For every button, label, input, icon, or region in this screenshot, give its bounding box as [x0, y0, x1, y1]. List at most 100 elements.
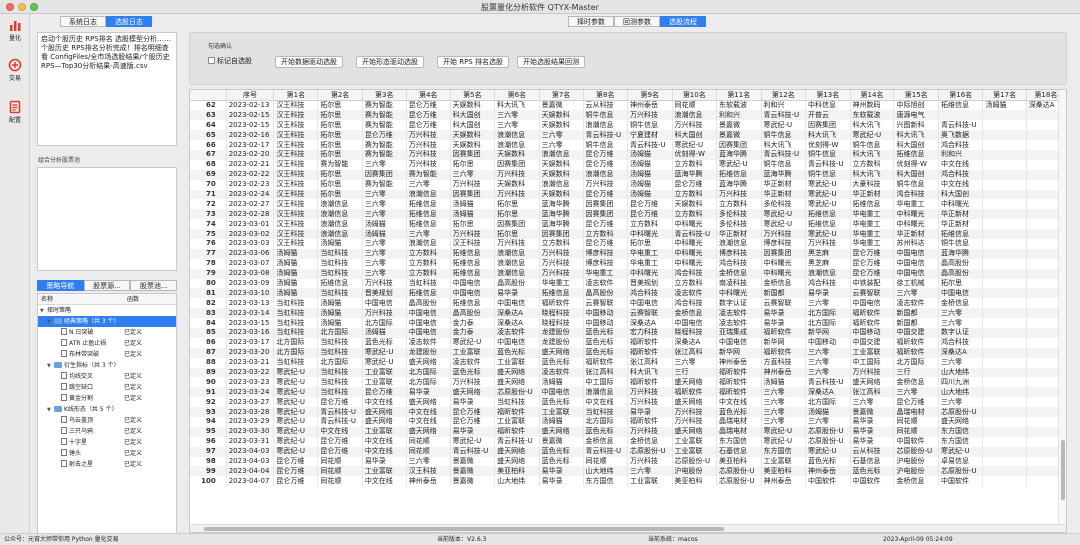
table-row[interactable]: 87 2023-03-20 北方国际 当虹科技 寒武纪-U 龙建股份 工业富联 蓝色光标 盛天网… [190, 347, 1066, 358]
column-header[interactable]: 第7名 [539, 90, 584, 101]
table-row[interactable]: 91 2023-03-24 寒武纪-U 当虹科技 昆仑万维 易华录 盛天网络 芯原股份-U 中国… [190, 387, 1066, 398]
table-row[interactable]: 67 2023-02-20 汉王科技 拓尔思 赛为智能 万兴科技 因赛集团 天娱数科 浪潮信息昆… [190, 149, 1066, 160]
tree-row[interactable]: 射击之星 已定义 [38, 459, 176, 470]
table-row[interactable]: 75 2023-03-02 汉王科技 浪潮信息 汤姆猫 三六零 万兴科技 拓尔思 因赛集团 立方数… [190, 229, 1066, 239]
vertical-scroll-thumb[interactable] [1061, 440, 1065, 500]
toolbar-config-button[interactable]: 配置 [0, 100, 30, 124]
column-header[interactable]: 第5名 [450, 90, 496, 101]
column-header[interactable]: 第1名 [273, 90, 319, 101]
table-row[interactable]: 82 2023-03-13 当虹科技 汤姆猫 中国电信 晶高股份 拓维信息 中国电信 福昕软件云… [190, 298, 1066, 309]
mark-favorite-checkbox[interactable]: 标记自选股 [208, 56, 252, 66]
column-header[interactable] [190, 90, 227, 101]
table-row[interactable]: 84 2023-03-15 当虹科技 汤姆猫 北方国际 中国电信 金力泰 深桑达A 晓程科技 中国… [190, 318, 1066, 328]
start-data-driven-button[interactable]: 开始数据驱动选股 [275, 56, 343, 68]
table-row[interactable]: 73 2023-02-28 汉王科技 浪潮信息 三六零 拓维信息 汤姆猫 拓尔思 蓝海华腾 因赛集… [190, 209, 1066, 220]
column-header[interactable]: 第13名 [805, 90, 851, 101]
table-row[interactable]: 69 2023-02-22 汉王科技 拓尔思 因赛集团 赛为智能 三六零 万兴科技 天娱数科 浪潮… [190, 169, 1066, 180]
table-row[interactable]: 70 2023-02-23 汉王科技 拓尔思 赛为智能 三六零 万兴科技 天娱数科 浪潮信息 万兴… [190, 179, 1066, 190]
tree-row[interactable]: 乌云盖顶 已定义 [38, 415, 176, 426]
tree-row[interactable]: 十字星 已定义 [38, 437, 176, 448]
tab-stock-select-log[interactable]: 选股日志 [106, 16, 152, 27]
table-row[interactable]: 90 2023-03-23 寒武纪-U 当虹科技 工业富联 北方国际 万兴科技 盛天网络 汤姆猫… [190, 377, 1066, 388]
table-row[interactable]: 78 2023-03-07 汤姆猫 当虹科技 三六零 立方数科 拓维信息 浪潮信息 万兴科技 博彦… [190, 258, 1066, 269]
tree-row[interactable]: ▼ 经典策略（共 3 个） [38, 316, 176, 327]
table-row[interactable]: 99 2023-04-04 昆仑万维 同花顺 工业富联 汉王科技 景嘉微 美亚柏科 易华录 山大地… [190, 466, 1066, 477]
tab-system-log[interactable]: 系统日志 [60, 16, 106, 27]
column-header[interactable]: 第4名 [406, 90, 451, 101]
column-header[interactable]: 第14名 [850, 90, 895, 101]
column-header[interactable]: 序号 [226, 90, 275, 101]
table-row[interactable]: 64 2023-02-15 汉王科技 拓尔思 赛为智能 昆仑万维 科大国创 三六零 天娱数科 浪潮… [190, 120, 1066, 131]
column-header[interactable]: 第17名 [982, 90, 1027, 101]
table-row[interactable]: 88 2023-03-21 当虹科技 北方国际 寒武纪-U 盛天网络 凌志软件 工业富联 蓝色光… [190, 357, 1066, 368]
log-output[interactable]: 启动个股历史 RPS排名 选股模型分析…… 个股历史 RPS排名分析完成！排名明… [37, 32, 177, 146]
column-header[interactable]: 第3名 [362, 90, 407, 101]
table-row[interactable]: 97 2023-04-03 寒武纪-U 昆仑万维 中文在线 同花顺 青云科技-U 盛天网络 蓝色… [190, 446, 1066, 457]
start-pattern-driven-button[interactable]: 开始形态驱动选股 [356, 56, 424, 68]
horizontal-scroll-thumb[interactable] [204, 527, 724, 531]
column-header[interactable]: 第10名 [672, 90, 718, 101]
tree-row[interactable]: 黄金分割 已定义 [38, 393, 176, 404]
column-header[interactable]: 第15名 [893, 90, 939, 101]
tree-row[interactable]: ▼ 衍生指标（共 3 个） [38, 360, 176, 371]
tab-stock-source[interactable]: 股票源... [83, 280, 131, 291]
table-row[interactable]: 76 2023-03-03 汉王科技 汤姆猫 三六零 浪潮信息 汉王科技 万兴科技 立方数科 昆仑… [190, 238, 1066, 249]
tree-row[interactable]: 均线交叉 已定义 [38, 371, 176, 382]
table-row[interactable]: 80 2023-03-09 汤姆猫 拓维信息 万兴科技 当虹科技 中国电信 晶高股份 华电重工凌… [190, 278, 1066, 289]
table-row[interactable]: 93 2023-03-28 寒武纪-U 青云科技-U 盛天网络 中文在线 昆仑万维 福昕软件工… [190, 407, 1066, 417]
table-row[interactable]: 95 2023-03-30 寒武纪-U 中文在线 工业富联 盛天网络 易华录 福昕软件 盛天网络… [190, 426, 1066, 437]
table-row[interactable]: 65 2023-02-16 汉王科技 拓尔思 昆仑万维 万兴科技 天娱数科 浪潮信息 三六零 青云… [190, 130, 1066, 141]
table-row[interactable]: 98 2023-04-03 昆仑万维 同花顺 易华录 三六零 景嘉微 盛天网络 蓝色光标 同花顺万… [190, 456, 1066, 467]
combo-pool-list[interactable] [37, 167, 177, 271]
table-row[interactable]: 62 2023-02-13 汉王科技 拓尔思 赛为智能 昆仑万维 天娱数科 科大讯飞 景嘉微 云从… [190, 100, 1066, 111]
tab-strategy-nav[interactable]: 策略导航 [37, 280, 84, 291]
results-table-container[interactable]: 序号 第1名 第2名 第3名 第4名 第5名 第6名 第7名 第8名 第9名 第10名 第11名 第12… [189, 89, 1067, 533]
table-row[interactable]: 85 2023-03-16 当虹科技 北方国际 汤姆猫 中国电信 金力泰 凌志软件 龙建股份 蓝色… [190, 327, 1066, 338]
table-cell: 博彦科技 [761, 238, 807, 249]
table-row[interactable]: 83 2023-03-14 当虹科技 汤姆猫 万兴科技 中国电信 晶高股份 深桑达A 晓程科技中… [190, 308, 1066, 319]
tree-row[interactable]: ▼ 择时策略 [38, 305, 176, 316]
column-header[interactable]: 第9名 [627, 90, 673, 101]
tree-row[interactable]: 锤头 已定义 [38, 448, 176, 459]
tab-timing-params[interactable]: 择时参数 [568, 16, 614, 27]
table-row[interactable]: 63 2023-02-15 汉王科技 拓尔思 赛为智能 昆仑万维 科大国创 三六零 天娱数科 铜牛… [190, 110, 1066, 121]
tree-row[interactable]: ATR 止盈止损 已定义 [38, 338, 176, 349]
toolbar-quant-button[interactable]: 量化 [0, 18, 30, 42]
tab-backtest-params[interactable]: 回测参数 [614, 16, 660, 27]
table-row[interactable]: 74 2023-03-01 汉王科技 浪潮信息 汤姆猫 拓维信息 拓尔思 因赛集团 蓝海华腾 昆仑… [190, 219, 1066, 230]
column-header[interactable]: 第8名 [583, 90, 629, 101]
row-date: 2023-02-28 [226, 209, 275, 220]
table-row[interactable]: 96 2023-03-31 寒武纪-U 昆仑万维 中文在线 同花顺 寒武纪-U 青云科技-U 景… [190, 436, 1066, 447]
tab-stock-pool[interactable]: 股票池... [130, 280, 178, 291]
table-row[interactable]: 81 2023-03-10 汤姆猫 当虹科技 晋美规划 拓维信息 中国电信 易华录 拓维信息 晶高… [190, 288, 1066, 299]
table-row[interactable]: 100 2023-04-07 昆仑万维 同花顺 中文在线 神州泰岳 景嘉微 山大地纬 易华录 东方… [190, 476, 1066, 487]
tree-row[interactable]: ▼ K线形态（共 5 个） [38, 404, 176, 415]
table-row[interactable]: 71 2023-02-24 汉王科技 拓尔思 三六零 浪潮信息 因赛集团 万兴科技 天娱数科 昆仑… [190, 189, 1066, 200]
tab-selection-flow[interactable]: 选股流程 [660, 16, 706, 27]
horizontal-scrollbar[interactable] [190, 524, 1066, 532]
start-rps-rank-button[interactable]: 开始 RPS 排名选股 [437, 56, 509, 68]
tree-row[interactable]: 三只乌鸦 已定义 [38, 426, 176, 437]
tree-row[interactable]: 布林带突破 已定义 [38, 349, 176, 360]
tree-row[interactable]: N 日突破 已定义 [38, 327, 176, 338]
vertical-scrollbar[interactable] [1058, 90, 1066, 532]
table-row[interactable]: 68 2023-02-21 汉王科技 赛为智能 三六零 万兴科技 拓尔思 因赛集团 天娱数科 昆仑… [190, 159, 1066, 170]
start-backtest-button[interactable]: 开始选股结果回测 [517, 56, 585, 68]
table-row[interactable]: 86 2023-03-17 北方国际 当虹科技 蓝色光标 凌志软件 寒武纪-U 中国电信 龙建股… [190, 337, 1066, 348]
toolbar-trade-button[interactable]: 交易 [0, 58, 30, 82]
column-header[interactable]: 第11名 [716, 90, 762, 101]
table-cell: 宁夏建材 [627, 130, 673, 141]
column-header[interactable]: 第6名 [494, 90, 540, 101]
column-header[interactable]: 第16名 [938, 90, 984, 101]
table-row[interactable]: 92 2023-03-27 寒武纪-U 昆仑万维 中文在线 盛天网络 易华录 当虹科技 蓝色光标… [190, 397, 1066, 408]
tree-row[interactable]: 跳空缺口 已定义 [38, 382, 176, 393]
column-header[interactable]: 第2名 [317, 90, 363, 101]
strategy-tree[interactable]: 名称 函数 ▼ 择时策略 ▼ 经典策略（共 3 个） N 日突破 已定义 ATR 止盈止损已… [37, 293, 177, 545]
table-row[interactable]: 94 2023-03-29 寒武纪-U 青云科技-U 盛天网络 中文在线 昆仑万维 工业富联汤… [190, 417, 1066, 427]
table-row[interactable]: 72 2023-02-27 汉王科技 浪潮信息 三六零 拓维信息 汤姆猫 拓尔思 蓝海华腾 因赛集… [190, 199, 1066, 210]
table-row[interactable]: 77 2023-03-06 汤姆猫 当虹科技 三六零 立方数科 拓维信息 浪潮信息 万兴科技 博彦… [190, 248, 1066, 259]
table-row[interactable]: 89 2023-03-22 寒武纪-U 当虹科技 工业富联 北方国际 蓝色光标 盛天网络 凌志软… [190, 367, 1066, 378]
table-row[interactable]: 79 2023-03-08 汤姆猫 当虹科技 三六零 立方数科 拓维信息 浪潮信息 万兴科技 华电… [190, 268, 1066, 279]
table-row[interactable]: 66 2023-02-17 汉王科技 拓尔思 赛为智能 万兴科技 天娱数科 浪潮信息 三六零 铜牛… [190, 140, 1066, 150]
column-header[interactable]: 第12名 [761, 90, 807, 101]
